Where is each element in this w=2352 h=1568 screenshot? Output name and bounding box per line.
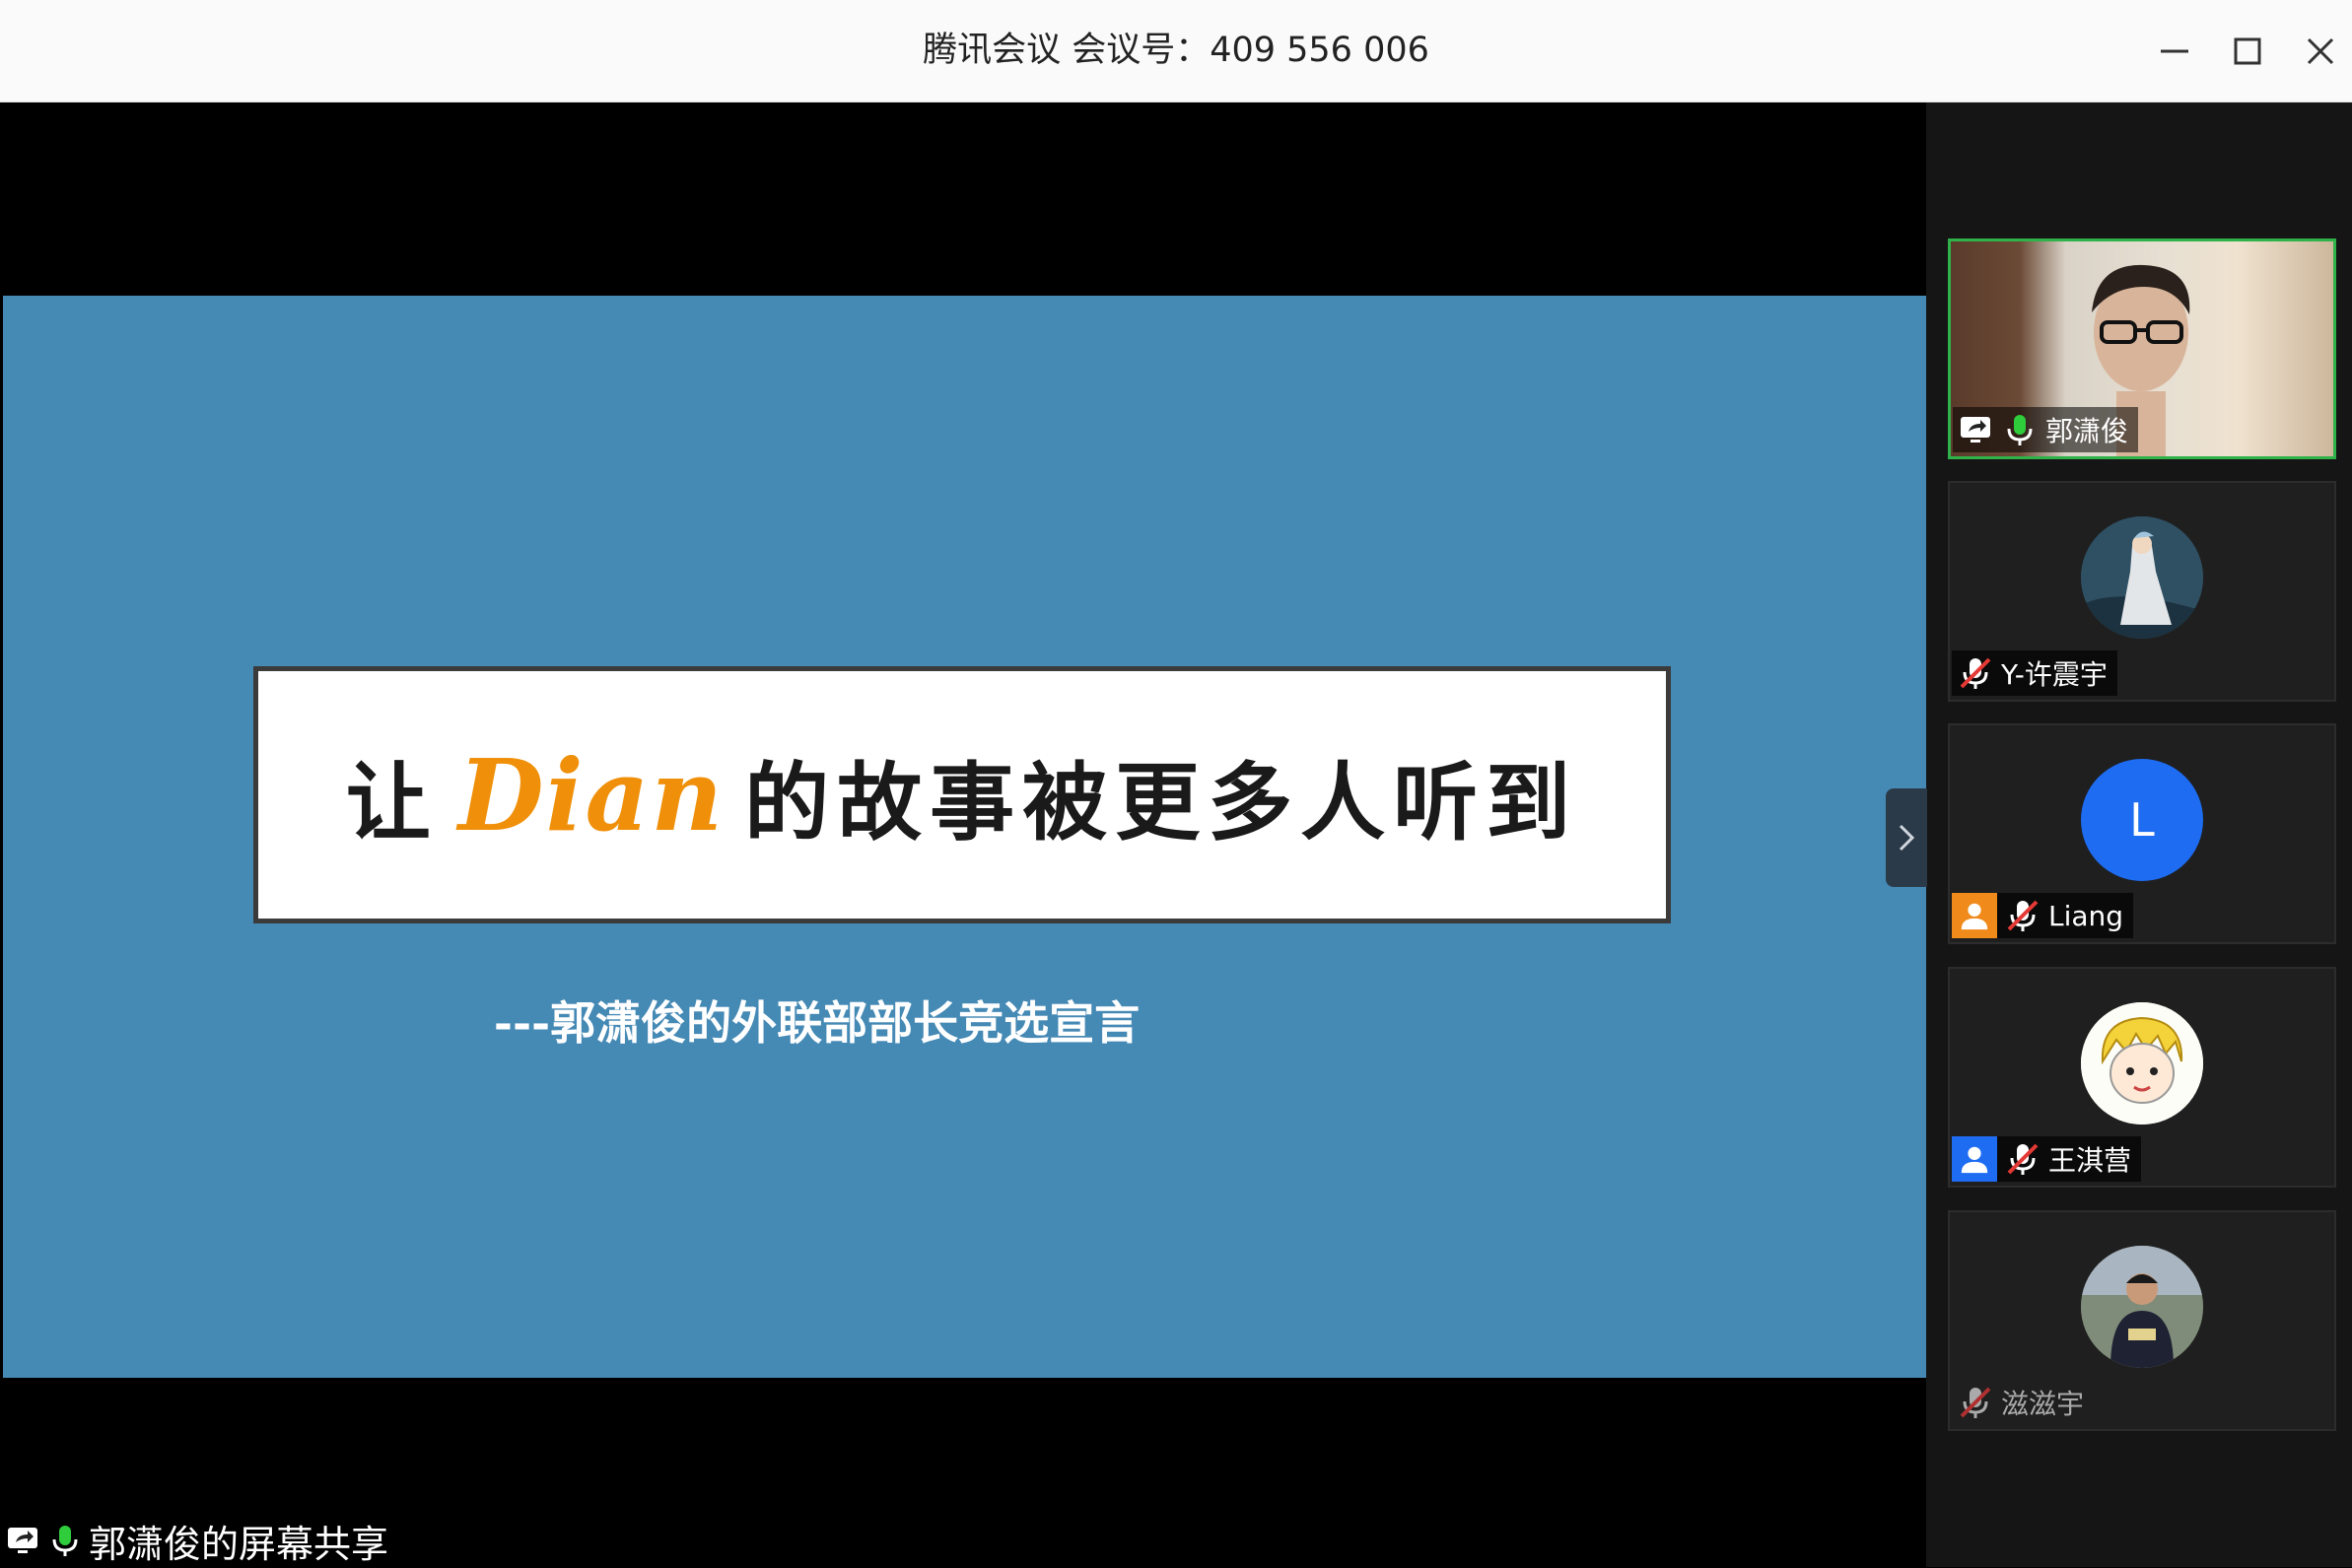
presentation-slide: 让 Dian 的故事被更多人听到 ---郭潇俊的外联部部长竞选宣言	[3, 296, 1926, 1378]
participant-namebar: 郭潇俊	[1953, 407, 2139, 452]
slide-title-box: 让 Dian 的故事被更多人听到	[253, 666, 1671, 923]
shared-screen[interactable]: 让 Dian 的故事被更多人听到 ---郭潇俊的外联部部长竞选宣言	[3, 102, 1926, 1567]
microphone-icon	[52, 1526, 78, 1556]
participant-tile-1[interactable]: 郭潇俊	[1948, 239, 2336, 459]
microphone-muted-icon	[1960, 1387, 1991, 1418]
screen-share-label: 郭潇俊的屏幕共享	[6, 1516, 389, 1566]
slide-subtitle: ---郭潇俊的外联部部长竞选宣言	[493, 996, 1141, 1050]
participant-avatar	[2081, 1246, 2203, 1368]
participant-avatar-letter: L	[2081, 759, 2203, 881]
microphone-muted-icon	[2007, 900, 2039, 931]
participant-name: Y-许震宇	[2001, 658, 2108, 691]
slide-title-brand: Dian	[457, 736, 726, 853]
participant-namebar: Liang	[1952, 893, 2134, 938]
chevron-right-icon	[1899, 824, 1915, 852]
participant-name: 郭潇俊	[2045, 415, 2129, 447]
minimize-button[interactable]	[2145, 22, 2204, 81]
participant-name: 王淇营	[2048, 1144, 2132, 1177]
participant-namebar: Y-许震宇	[1952, 650, 2117, 696]
slide-title-before: 让	[345, 753, 439, 852]
participant-tile-2[interactable]: Y-许震宇	[1948, 481, 2336, 702]
participant-avatar	[2081, 516, 2203, 639]
screen-share-text: 郭潇俊的屏幕共享	[89, 1522, 389, 1566]
close-button[interactable]	[2291, 22, 2350, 81]
participant-namebar: 王淇营	[1952, 1136, 2142, 1182]
participant-namebar: 滋滋宇	[1952, 1380, 2094, 1425]
close-icon	[2307, 37, 2334, 65]
microphone-on-icon	[2007, 415, 2033, 445]
avatar-image	[2081, 516, 2203, 639]
participant-tile-5[interactable]: 滋滋宇	[1948, 1210, 2336, 1431]
maximize-icon	[2234, 37, 2261, 65]
slide-title-after: 的故事被更多人听到	[744, 753, 1579, 852]
microphone-muted-icon	[1960, 657, 1991, 689]
avatar-image	[2081, 1002, 2203, 1125]
window-title: 腾讯会议 会议号：409 556 006	[923, 31, 1429, 70]
participant-name: 滋滋宇	[2001, 1388, 2085, 1420]
screen-share-icon	[8, 1528, 37, 1553]
microphone-muted-icon	[2007, 1143, 2039, 1175]
maximize-button[interactable]	[2218, 22, 2277, 81]
participant-tile-4[interactable]: 王淇营	[1948, 967, 2336, 1188]
cohost-user-icon	[1952, 1136, 1997, 1182]
minimize-icon	[2161, 49, 2188, 53]
participant-tile-3[interactable]: L Liang	[1948, 723, 2336, 944]
host-user-icon	[1952, 893, 1997, 938]
collapse-sidebar-button[interactable]	[1886, 788, 1927, 887]
participant-avatar	[2081, 1002, 2203, 1125]
title-bar: 腾讯会议 会议号：409 556 006	[0, 0, 2352, 102]
participant-name: Liang	[2048, 899, 2124, 932]
avatar-image	[2081, 1246, 2203, 1368]
screen-share-icon	[1961, 417, 1990, 443]
